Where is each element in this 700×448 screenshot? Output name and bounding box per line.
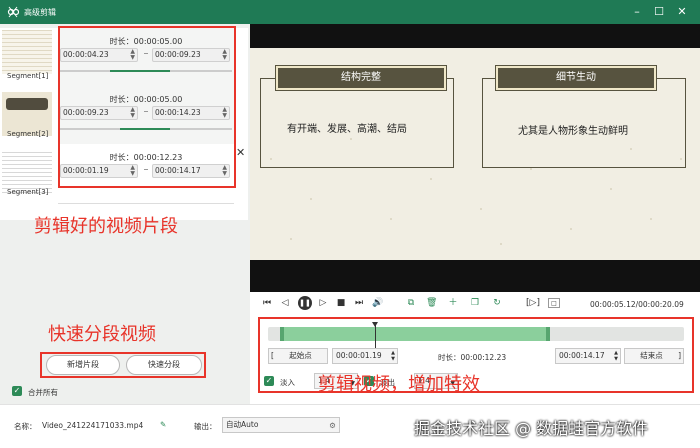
segment-end-input[interactable]: 00:00:14.23 ▲ ▼ [152,106,230,120]
minimize-icon[interactable]: – [629,4,645,20]
maximize-icon[interactable]: ☐ [651,4,667,20]
edit-name-icon[interactable]: ✎ [160,420,166,429]
segment-thumbnail[interactable] [2,30,52,74]
start-point-button[interactable]: [起始点 [268,348,328,364]
split-icon[interactable]: ⧉ [406,298,416,308]
slide-tag: 细节生动 [496,66,656,90]
quick-split-button[interactable]: 快速分段 [126,355,202,375]
skip-start-icon[interactable]: ⏮ [262,298,272,308]
segment-label: Segment[2] [7,130,49,138]
merge-all-checkbox[interactable]: ✓ [12,386,22,396]
skip-end-icon[interactable]: ⏭ [354,298,364,308]
segment-panel: Segment[1] Segment[2] Segment[3] 时长：00:0… [0,24,250,404]
segment-label: Segment[1] [7,72,49,80]
segment-duration: 时长：00:00:05.00 [109,95,183,104]
app-logo-icon [7,6,19,18]
segment-end-input[interactable]: 00:00:14.17 ▲ ▼ [152,164,230,178]
segment-list: Segment[1] Segment[2] Segment[3] 时长：00:0… [0,28,248,220]
mark-in-icon[interactable]: [▷] [526,298,540,308]
segment-range-bar [60,186,232,188]
segment-start-input[interactable]: 00:00:04.23 ▲ ▼ [60,48,138,62]
merge-all-label: 合并所有 [28,388,58,397]
segment-card-selected[interactable]: 时长：00:00:12.23 00:00:01.19 ▲ ▼ 00:00:14.17… [58,144,234,204]
slide-text: 尤其是人物形象生动鲜明 [518,126,628,137]
end-time-input[interactable]: 00:00:14.17 ▲ ▼ [555,348,621,364]
segment-start-input[interactable]: 00:00:01.19 ▲ ▼ [60,164,138,178]
fade-in-checkbox[interactable]: ✓ [264,376,274,386]
segment-card[interactable]: 时长：00:00:05.00 00:00:09.23 ▲ ▼ 00:00:14.23… [58,86,234,146]
annotation-label: 快速分段视频 [48,324,156,345]
prev-frame-icon[interactable]: ◁ [280,298,290,308]
watermark: 掘金技术社区 @ 数据蛙官方软件 [414,419,649,438]
segment-range-bar [60,70,232,72]
segment-end-input[interactable]: 00:00:09.23 ▲ ▼ [152,48,230,62]
slide-tag: 结构完整 [276,66,446,90]
annotation-label: 剪辑视频，增加特效 [318,374,480,395]
reset-icon[interactable]: ↻ [492,298,502,308]
delete-segment-icon[interactable]: ✕ [236,146,245,159]
segment-range-bar [60,128,232,130]
next-frame-icon[interactable]: ▷ [318,298,328,308]
start-time-input[interactable]: 00:00:01.19 ▲ ▼ [332,348,398,364]
annotation-label: 剪辑好的视频片段 [34,216,178,237]
add-icon[interactable]: ＋ [448,298,458,308]
slide-text: 有开端、发展、高潮、结局 [287,124,407,135]
video-preview[interactable]: 结构完整 细节生动 有开端、发展、高潮、结局 尤其是人物形象生动鲜明 [250,24,700,292]
output-label: 输出： [194,422,217,431]
window-title: 高级剪辑 [24,8,56,17]
trim-duration: 时长：00:00:12.23 [438,353,507,362]
output-folder-select[interactable]: 自动Auto ⚙ [222,417,340,433]
copy-icon[interactable]: ❐ [470,298,480,308]
end-point-button[interactable]: 结束点] [624,348,684,364]
timeline-clip[interactable] [280,327,550,341]
name-label: 名称： [14,422,37,431]
file-name: Video_241224171033.mp4 [42,421,144,430]
title-bar: 高级剪辑 – ☐ ✕ [0,0,700,24]
video-frame: 结构完整 细节生动 有开端、发展、高潮、结局 尤其是人物形象生动鲜明 [250,48,700,260]
mark-out-icon[interactable]: □ [548,298,560,308]
segment-start-input[interactable]: 00:00:09.23 ▲ ▼ [60,106,138,120]
add-segment-button[interactable]: 新增片段 [46,355,120,375]
pause-icon[interactable]: ❚❚ [298,296,312,310]
segment-duration: 时长：00:00:12.23 [109,153,183,162]
player-timecode: 00:00:05.12/00:00:20.09 [590,300,684,309]
close-icon[interactable]: ✕ [674,4,690,20]
volume-icon[interactable]: 🔊 [372,298,383,308]
fade-in-label: 淡入 [280,378,295,387]
playhead[interactable] [372,322,378,348]
segment-card[interactable]: 时长：00:00:05.00 00:00:04.23 ▲ ▼ 00:00:09.23… [58,28,234,88]
segment-duration: 时长：00:00:05.00 [109,37,183,46]
segment-label: Segment[3] [7,188,49,196]
delete-icon[interactable]: 🗑 [426,298,437,308]
stop-icon[interactable]: ■ [336,298,346,308]
